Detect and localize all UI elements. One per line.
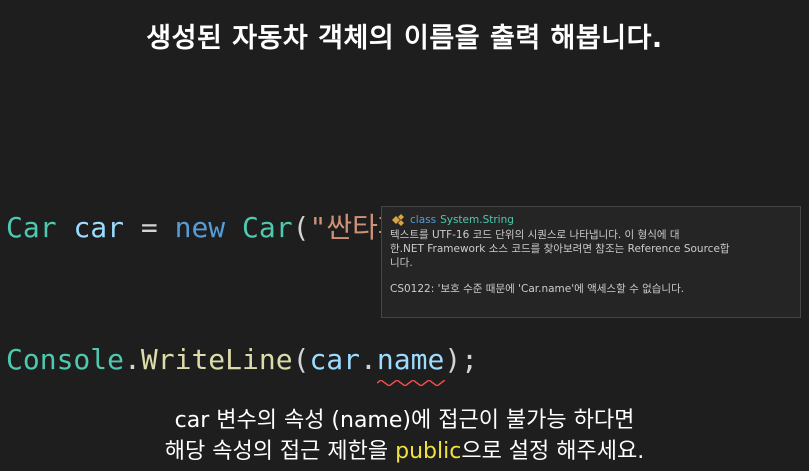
subtitle-line-1: car 변수의 속성 (name)에 접근이 불가능 하다면	[174, 408, 635, 433]
tooltip-type: System.String	[440, 214, 514, 226]
code-token-paren-close: );	[444, 343, 479, 376]
class-icon	[392, 214, 404, 226]
code-line-2: Console.WriteLine(car.name);	[6, 338, 479, 386]
code-token-paren-open: (	[292, 211, 310, 244]
tooltip-desc-line: 한.NET Framework 소스 코드를 찾아보려면 참조는 Referen…	[390, 243, 730, 255]
code-token-method: WriteLine	[140, 343, 293, 376]
error-squiggle-icon	[376, 380, 445, 386]
code-token-member: name	[376, 343, 445, 376]
code-token-dot: .	[124, 343, 141, 376]
code-token-variable: car	[73, 211, 125, 244]
code-token-paren-open: (	[292, 343, 310, 376]
tooltip-desc-line: 텍스트를 UTF-16 코드 단위의 시퀀스로 나타냅니다. 이 형식에 대	[390, 229, 680, 241]
subtitle-text: 해당 속성의 접근 제한을	[164, 439, 396, 464]
code-token-keyword: new	[174, 211, 226, 244]
code-token-type: Car	[6, 211, 57, 244]
code-token-variable: car	[309, 343, 361, 376]
tooltip-keyword: class	[410, 214, 437, 226]
code-token-operator: =	[124, 211, 175, 244]
code-token-type-ctor: Car	[242, 211, 293, 244]
tooltip-desc-line: 니다.	[390, 257, 413, 269]
code-token-dot: .	[360, 343, 377, 376]
code-token-class: Console	[6, 343, 125, 376]
subtitle-line-2: 해당 속성의 접근 제한을 public으로 설정 해주세요.	[0, 437, 809, 467]
tooltip-signature: class System.String	[390, 213, 792, 227]
tooltip-error-message: CS0122: '보호 수준 때문에 'Car.name'에 액세스할 수 없습…	[390, 283, 685, 295]
tooltip-description: 텍스트를 UTF-16 코드 단위의 시퀀스로 나타냅니다. 이 형식에 대 한…	[390, 228, 792, 270]
hover-tooltip: class System.String 텍스트를 UTF-16 코드 단위의 시…	[381, 206, 801, 318]
error-member-name[interactable]: name	[376, 338, 445, 386]
subtitle-text: 으로 설정 해주세요.	[461, 439, 645, 464]
subtitle-highlight: public	[395, 439, 462, 464]
page-heading: 생성된 자동차 객체의 이름을 출력 해봅니다.	[146, 23, 663, 54]
